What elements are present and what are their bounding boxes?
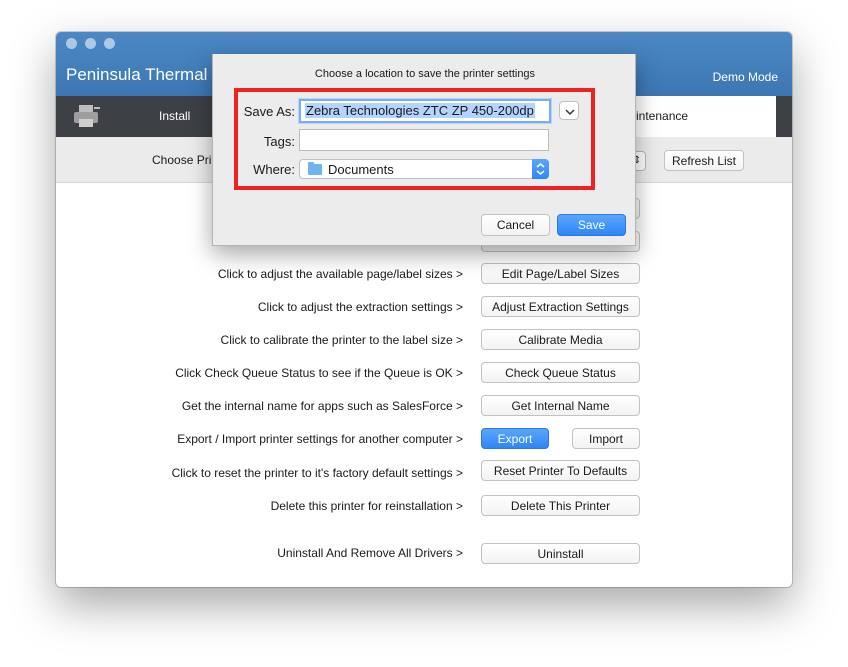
cancel-button[interactable]: Cancel — [481, 214, 550, 236]
check-queue-status-button[interactable]: Check Queue Status — [481, 362, 640, 383]
row-label-internal-name: Get the internal name for apps such as S… — [181, 399, 463, 413]
save-dialog: Choose a location to save the printer se… — [212, 54, 636, 246]
calibrate-media-button[interactable]: Calibrate Media — [481, 329, 640, 350]
refresh-list-button[interactable]: Refresh List — [664, 150, 744, 171]
row-label-export-import: Export / Import printer settings for ano… — [177, 432, 463, 446]
tab-maintenance-label: intenance — [636, 109, 689, 123]
export-button[interactable]: Export — [481, 428, 549, 449]
row-label-queue-status: Click Check Queue Status to see if the Q… — [175, 366, 463, 380]
row-label-calibrate: Click to calibrate the printer to the la… — [220, 333, 463, 347]
tab-install[interactable]: Install — [159, 96, 190, 137]
row-label-extraction: Click to adjust the extraction settings … — [257, 300, 463, 314]
printer-icon — [74, 105, 100, 127]
minimize-window-button[interactable] — [85, 38, 96, 49]
edit-page-label-sizes-button[interactable]: Edit Page/Label Sizes — [481, 263, 640, 284]
get-internal-name-button[interactable]: Get Internal Name — [481, 395, 640, 416]
row-label-delete: Delete this printer for reinstallation > — [270, 499, 463, 513]
uninstall-button[interactable]: Uninstall — [481, 543, 640, 564]
close-window-button[interactable] — [66, 38, 77, 49]
adjust-extraction-settings-button[interactable]: Adjust Extraction Settings — [481, 296, 640, 317]
demo-mode-label: Demo Mode — [712, 70, 778, 84]
red-highlight-box — [234, 88, 595, 190]
row-label-reset: Click to reset the printer to it's facto… — [171, 466, 463, 480]
save-button[interactable]: Save — [557, 214, 626, 236]
import-button[interactable]: Import — [572, 428, 640, 449]
row-label-page-sizes: Click to adjust the available page/label… — [217, 267, 463, 281]
choose-printer-label: Choose Pri — [152, 153, 212, 167]
zoom-window-button[interactable] — [104, 38, 115, 49]
app-title: Peninsula Thermal — [66, 65, 208, 84]
delete-this-printer-button[interactable]: Delete This Printer — [481, 495, 640, 516]
dialog-title: Choose a location to save the printer se… — [314, 68, 536, 80]
row-label-uninstall: Uninstall And Remove All Drivers > — [277, 546, 463, 560]
reset-printer-to-defaults-button[interactable]: Reset Printer To Defaults — [481, 460, 640, 481]
tab-maintenance[interactable]: intenance — [616, 96, 776, 137]
